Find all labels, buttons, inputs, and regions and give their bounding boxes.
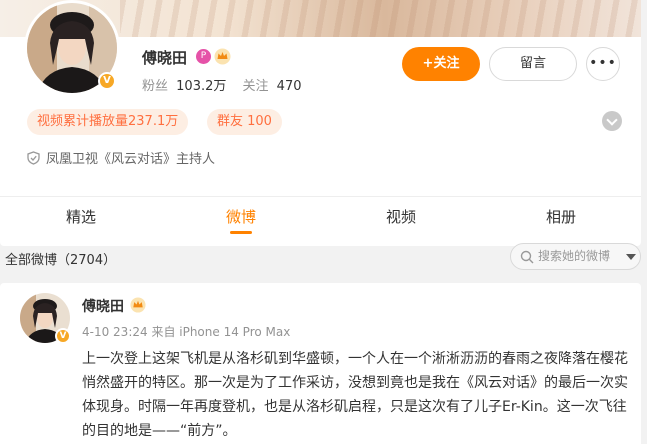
follow-count[interactable]: 470 <box>277 79 302 94</box>
search-input[interactable]: 搜索她的微博 <box>510 243 641 270</box>
shield-icon <box>27 151 40 165</box>
tab-album[interactable]: 相册 <box>521 206 601 227</box>
profile-card: V 傅晓田 P 粉丝 103.2万 关注 470 +关注 留言 ••• 视频累计… <box>0 0 641 246</box>
follow-label: 关注 <box>242 79 269 94</box>
follow-button[interactable]: +关注 <box>402 47 480 81</box>
search-placeholder: 搜索她的微博 <box>538 249 611 263</box>
weibo-post: V 傅晓田 4-10 23:24 来自 iPhone 14 Pro Max 上一… <box>0 283 641 444</box>
tab-video[interactable]: 视频 <box>361 206 441 227</box>
chevron-down-icon[interactable] <box>602 111 622 131</box>
search-icon <box>520 250 534 264</box>
post-body: 上一次登上这架飞机是从洛杉矶到华盛顿，一个人在一个淅淅沥沥的春雨之夜降落在樱花悄… <box>82 351 628 439</box>
verified-badge-icon: V <box>98 72 116 90</box>
profile-name: 傅晓田 <box>142 49 188 67</box>
post-meta[interactable]: 4-10 23:24 来自 iPhone 14 Pro Max <box>82 323 290 340</box>
post-author-name[interactable]: 傅晓田 <box>82 296 124 316</box>
verified-badge-icon: V <box>55 328 71 344</box>
tab-featured[interactable]: 精选 <box>41 206 121 227</box>
dropdown-caret-icon[interactable] <box>626 254 636 260</box>
more-button[interactable]: ••• <box>586 47 620 81</box>
tab-divider <box>0 196 641 197</box>
tab-weibo[interactable]: 微博 <box>201 206 281 227</box>
crown-icon[interactable] <box>130 297 146 313</box>
all-posts-count: 全部微博（2704） <box>5 253 117 268</box>
profile-intro: 凤凰卫视《风云对话》主持人 <box>27 148 215 167</box>
fans-count[interactable]: 103.2万 <box>176 79 226 94</box>
crown-icon[interactable] <box>214 48 231 65</box>
play-count-pill[interactable]: 视频累计播放量237.1万 <box>27 109 189 135</box>
active-tab-indicator <box>230 231 252 234</box>
profile-stats: 粉丝 103.2万 关注 470 <box>142 75 302 94</box>
fans-label: 粉丝 <box>142 79 169 94</box>
group-friends-pill[interactable]: 群友 100 <box>207 109 282 135</box>
intro-text: 凤凰卫视《风云对话》主持人 <box>46 152 216 167</box>
member-tag-icon[interactable]: P <box>196 49 211 64</box>
message-button[interactable]: 留言 <box>489 47 577 81</box>
